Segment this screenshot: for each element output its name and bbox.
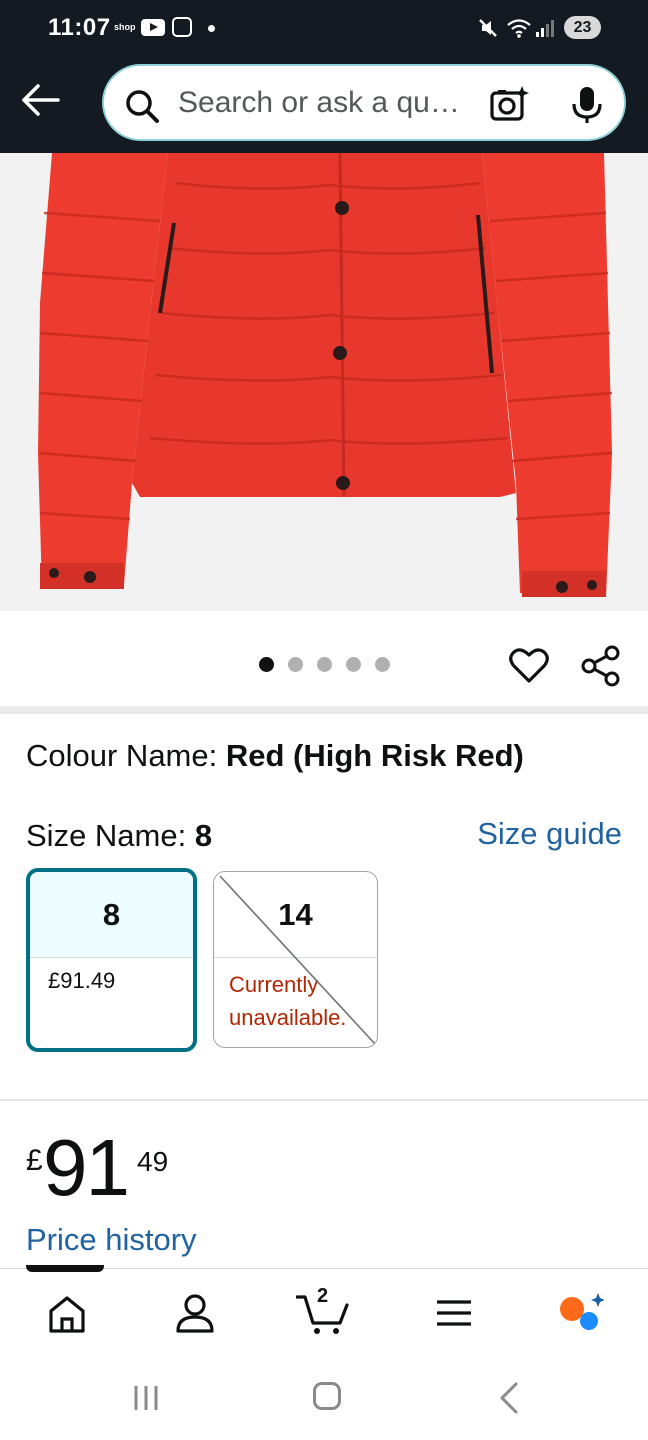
section-divider — [0, 706, 648, 714]
colour-label: Colour Name: — [26, 738, 226, 773]
image-carousel-controls — [0, 611, 648, 706]
signal-icon — [536, 20, 554, 37]
active-tab-indicator — [26, 1265, 104, 1272]
price-currency-symbol: £ — [26, 1144, 43, 1177]
menu-icon[interactable] — [431, 1291, 481, 1337]
carousel-dot[interactable] — [317, 657, 332, 672]
mute-icon — [479, 19, 497, 37]
home-icon[interactable] — [42, 1291, 92, 1337]
camera-search-icon[interactable] — [489, 85, 529, 123]
account-icon[interactable] — [170, 1291, 220, 1337]
price-history-link[interactable]: Price history — [26, 1222, 197, 1258]
search-icon — [126, 90, 159, 123]
carousel-dot[interactable] — [288, 657, 303, 672]
size-name: Size Name: 8 — [26, 818, 212, 854]
wifi-icon — [507, 19, 531, 38]
red-puffer-jacket-image — [38, 153, 613, 597]
youtube-notification-icon — [141, 19, 165, 36]
size-option-14[interactable]: 14 Currently unavailable. — [213, 871, 378, 1048]
bottom-navigation: 2 — [0, 1265, 648, 1360]
app-header: Search or ask a question — [0, 56, 648, 153]
size-guide-link[interactable]: Size guide — [477, 816, 622, 852]
size-label: Size Name: — [26, 818, 195, 853]
size-option-8[interactable]: 8 £91.49 — [26, 868, 197, 1052]
shop-notification-icon: shop — [114, 22, 136, 32]
colour-value: Red (High Risk Red) — [225, 738, 524, 773]
unavailable-strike-line — [219, 875, 377, 1046]
size-value: 8 — [194, 818, 213, 853]
carousel-dot[interactable] — [375, 657, 390, 672]
cart-count-badge: 2 — [317, 1285, 329, 1307]
rufus-assistant-icon[interactable] — [554, 1291, 604, 1337]
carousel-dot[interactable] — [346, 657, 361, 672]
search-input[interactable]: Search or ask a question — [178, 66, 468, 139]
colour-name: Colour Name: Red (High Risk Red) — [26, 738, 524, 774]
recent-apps-icon[interactable] — [130, 1383, 162, 1413]
microphone-icon[interactable] — [570, 85, 604, 125]
status-bar: 11:07 shop 23 — [0, 0, 648, 56]
size-option-price: £91.49 — [48, 968, 116, 993]
product-image[interactable] — [0, 153, 648, 611]
price-fraction: 49 — [137, 1146, 169, 1177]
section-divider — [0, 1099, 648, 1101]
home-button-icon[interactable] — [313, 1382, 341, 1410]
size-option-label: 8 — [30, 872, 193, 958]
more-notifications-icon — [208, 25, 215, 32]
status-time: 11:07 — [48, 14, 111, 41]
cart-button[interactable]: 2 — [295, 1285, 349, 1337]
system-back-icon[interactable] — [496, 1381, 522, 1415]
heart-icon[interactable] — [508, 645, 550, 685]
back-arrow-icon[interactable] — [18, 80, 62, 120]
carousel-dots[interactable] — [259, 657, 390, 672]
price-whole: 91 — [43, 1123, 130, 1212]
screenshot-notification-icon — [172, 17, 192, 37]
system-navigation-bar — [0, 1360, 648, 1440]
battery-indicator: 23 — [564, 16, 601, 39]
share-icon[interactable] — [580, 645, 622, 687]
search-bar[interactable]: Search or ask a question — [102, 64, 626, 141]
carousel-dot[interactable] — [259, 657, 274, 672]
